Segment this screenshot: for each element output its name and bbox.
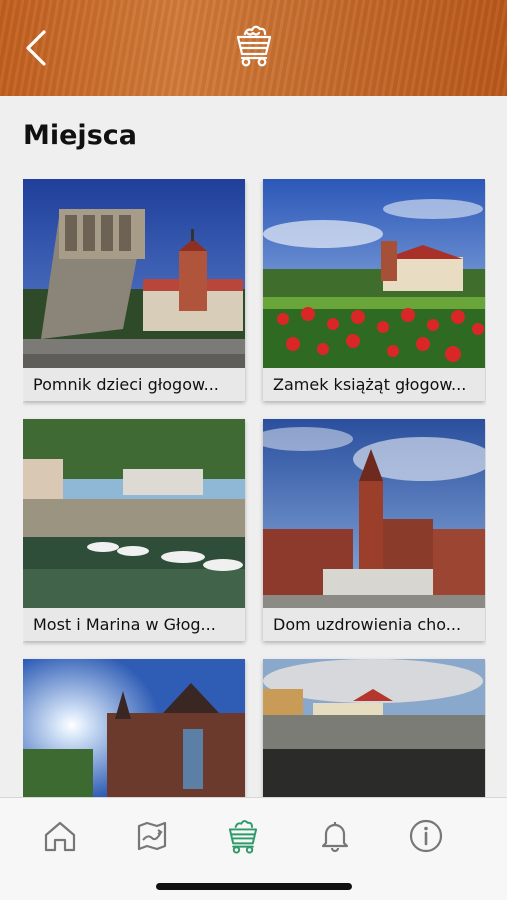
- bell-icon: [321, 822, 349, 853]
- place-caption: Zamek książąt głogow...: [263, 368, 485, 401]
- places-grid: Pomnik dzieci głogow... Zamek książąt gł…: [23, 179, 486, 799]
- tab-info[interactable]: [406, 816, 446, 856]
- church-tower-photo: [263, 419, 485, 608]
- place-card[interactable]: [23, 659, 245, 799]
- home-icon: [44, 821, 76, 852]
- place-caption: Most i Marina w Głog...: [23, 608, 245, 641]
- castle-with-roses-photo: [263, 179, 485, 368]
- page-title: Miejsca: [23, 120, 137, 151]
- place-card[interactable]: Pomnik dzieci głogow...: [23, 179, 245, 401]
- tab-map[interactable]: [132, 816, 172, 856]
- place-card[interactable]: [263, 659, 485, 799]
- place-caption: Dom uzdrowienia cho...: [263, 608, 485, 641]
- town-buildings-photo: [263, 659, 485, 799]
- tab-home[interactable]: [40, 816, 80, 856]
- home-indicator: [156, 883, 352, 890]
- monument-with-castle-photo: [23, 179, 245, 368]
- place-card[interactable]: Dom uzdrowienia cho...: [263, 419, 485, 641]
- marina-with-boats-photo: [23, 419, 245, 608]
- chevron-left-icon: [26, 30, 46, 66]
- app-header: [0, 0, 507, 96]
- mining-cart-icon: [236, 25, 272, 67]
- place-caption: Pomnik dzieci głogow...: [23, 368, 245, 401]
- map-icon: [137, 821, 167, 851]
- gothic-church-sun-photo: [23, 659, 245, 799]
- place-card[interactable]: Most i Marina w Głog...: [23, 419, 245, 641]
- place-card[interactable]: Zamek książąt głogow...: [263, 179, 485, 401]
- info-icon: [409, 819, 443, 853]
- mining-cart-icon: [228, 820, 258, 854]
- back-button[interactable]: [16, 26, 56, 70]
- tab-notifications[interactable]: [315, 816, 355, 856]
- tab-places[interactable]: [223, 816, 263, 856]
